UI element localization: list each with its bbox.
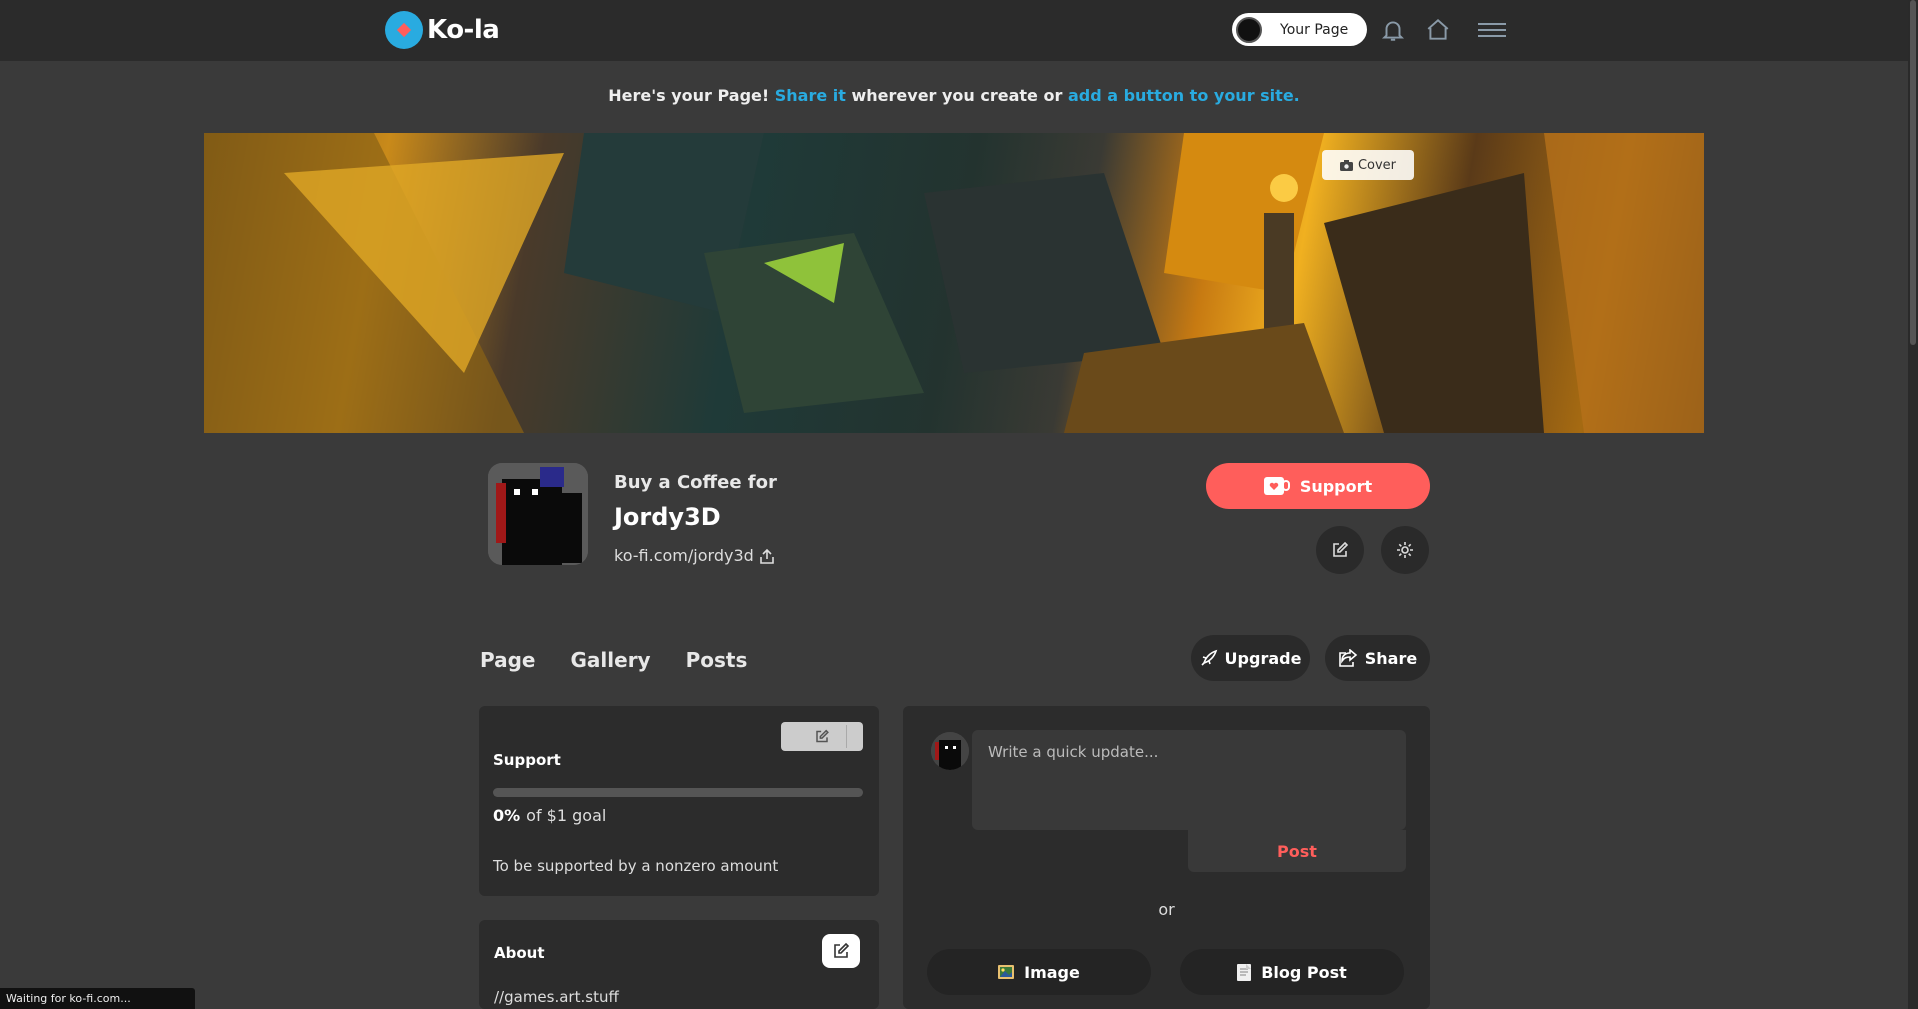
about-card: About //games.art.stuff — [479, 920, 879, 1009]
kofi-cup-icon — [385, 11, 423, 49]
image-icon — [998, 965, 1015, 979]
gear-icon — [1397, 542, 1413, 558]
change-cover-button[interactable]: Cover — [1322, 150, 1414, 180]
goal-progress-bar — [493, 788, 863, 797]
cover-button-label: Cover — [1357, 157, 1397, 173]
goal-text: of $1 goal — [526, 806, 607, 825]
support-button-label: Support — [1299, 476, 1373, 496]
post-button[interactable]: Post — [1188, 830, 1406, 872]
goal-summary: 0% of $1 goal — [493, 806, 606, 825]
edit-icon — [816, 729, 829, 743]
user-avatar — [1236, 16, 1262, 43]
edit-page-button[interactable] — [1316, 526, 1364, 574]
tab-page[interactable]: Page — [480, 648, 536, 672]
share-label: Share — [1364, 648, 1418, 668]
quick-update-placeholder: Write a quick update... — [988, 743, 1159, 761]
browser-status-bar: Waiting for ko-fi.com... — [0, 988, 195, 1009]
cover-image — [204, 133, 1704, 433]
upgrade-button[interactable]: Upgrade — [1191, 635, 1310, 681]
quick-update-input[interactable]: Write a quick update... — [972, 730, 1406, 830]
share-it-link[interactable]: Share it — [775, 86, 846, 105]
share-page-banner: Here's your Page! Share it wherever you … — [0, 86, 1908, 105]
top-navigation-bar: Ko-la Your Page — [0, 0, 1908, 61]
image-post-button[interactable]: Image — [927, 949, 1151, 995]
goal-description: To be supported by a nonzero amount — [493, 857, 779, 875]
kofi-logo[interactable]: Ko-la — [385, 11, 500, 49]
page-tabs: Page Gallery Posts — [480, 648, 747, 672]
camera-icon — [1339, 159, 1353, 171]
coffee-cup-icon — [1263, 477, 1290, 495]
support-button[interactable]: Support — [1206, 463, 1430, 509]
page-scrollbar[interactable] — [1908, 0, 1918, 1009]
share-icon — [1338, 649, 1358, 667]
profile-avatar[interactable] — [488, 463, 588, 565]
image-button-label: Image — [1024, 962, 1080, 982]
edit-icon — [1333, 541, 1349, 557]
support-goal-card: Support 0% of $1 goal To be supported by … — [479, 706, 879, 896]
page-url-text: ko-fi.com/jordy3d — [614, 546, 754, 565]
add-button-link[interactable]: add a button to your site. — [1068, 86, 1300, 105]
blog-post-button[interactable]: Blog Post — [1180, 949, 1404, 995]
creator-name: Jordy3D — [614, 503, 721, 531]
edit-goal-button[interactable] — [781, 722, 863, 751]
about-text: //games.art.stuff — [494, 988, 619, 1006]
settings-button[interactable] — [1381, 526, 1429, 574]
support-card-title: Support — [493, 751, 561, 769]
post-composer-card: Write a quick update... Post or Image Bl… — [903, 706, 1430, 1009]
composer-avatar — [931, 732, 969, 770]
scrollbar-thumb[interactable] — [1910, 0, 1916, 345]
cover-scene — [204, 133, 1704, 433]
document-icon — [1237, 963, 1252, 981]
share-prefix: Here's your Page! — [608, 86, 775, 105]
tab-posts[interactable]: Posts — [686, 648, 748, 672]
menu-icon[interactable] — [1477, 17, 1507, 43]
your-page-label: Your Page — [1280, 21, 1349, 38]
or-divider: or — [1158, 900, 1175, 919]
your-page-button[interactable]: Your Page — [1232, 13, 1367, 46]
bell-icon[interactable] — [1380, 17, 1406, 43]
edit-icon — [834, 942, 850, 958]
home-icon[interactable] — [1425, 17, 1451, 43]
pixel-cat-avatar — [488, 463, 588, 565]
blog-button-label: Blog Post — [1261, 962, 1347, 982]
buy-coffee-heading: Buy a Coffee for — [614, 472, 777, 493]
rocket-icon — [1200, 649, 1217, 666]
tab-gallery[interactable]: Gallery — [571, 648, 651, 672]
page-url[interactable]: ko-fi.com/jordy3d — [614, 546, 774, 565]
logo-text: Ko-la — [427, 15, 500, 45]
share-button[interactable]: Share — [1325, 635, 1430, 681]
upgrade-label: Upgrade — [1224, 648, 1302, 668]
about-title: About — [494, 944, 545, 962]
edit-about-button[interactable] — [822, 934, 860, 968]
goal-percent: 0% — [493, 806, 521, 825]
share-upload-icon[interactable] — [759, 548, 774, 564]
share-middle: wherever you create or — [845, 86, 1068, 105]
